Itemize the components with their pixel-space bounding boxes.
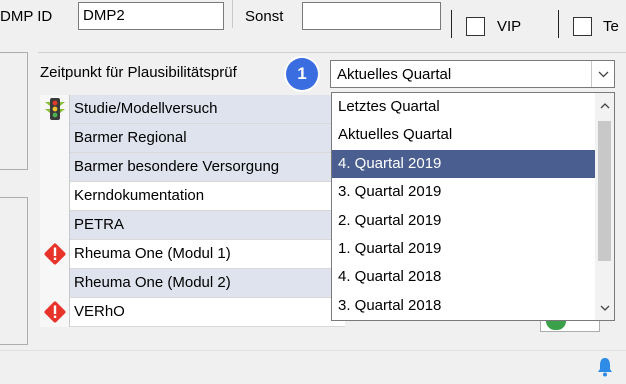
traffic-light-icon	[45, 98, 65, 120]
row-icon-cell	[40, 240, 70, 269]
scrollbar-thumb[interactable]	[598, 121, 611, 261]
left-panel-edge	[0, 197, 28, 345]
dmp-id-field[interactable]: DMP2	[78, 2, 224, 30]
separator	[558, 10, 559, 38]
table-row[interactable]: Barmer Regional	[40, 124, 345, 153]
row-icon-cell	[40, 298, 70, 327]
dropdown-option[interactable]: Aktuelles Quartal	[332, 121, 595, 149]
plausibility-dropdown-list: Letztes Quartal Aktuelles Quartal 4. Quart…	[331, 92, 615, 321]
program-name: VERhO	[70, 298, 345, 327]
row-icon-cell	[40, 124, 70, 153]
program-name: Barmer besondere Versorgung	[70, 153, 345, 182]
program-name: Rheuma One (Modul 2)	[70, 269, 345, 298]
te-label: Te	[603, 18, 619, 35]
table-row[interactable]: Studie/Modellversuch	[40, 95, 345, 124]
dmp-id-label: DMP ID	[0, 8, 53, 25]
row-icon-cell	[40, 95, 70, 124]
scroll-down-icon[interactable]	[595, 299, 614, 317]
plausibility-select-value: Aktuelles Quartal	[337, 66, 452, 83]
program-name: Studie/Modellversuch	[70, 95, 345, 124]
program-name: Kerndokumentation	[70, 182, 345, 211]
warning-icon	[44, 301, 66, 323]
row-icon-cell	[40, 153, 70, 182]
dropdown-option[interactable]: 2. Quartal 2019	[332, 207, 595, 235]
program-name: Rheuma One (Modul 1)	[70, 240, 345, 269]
panel-border	[38, 52, 626, 53]
dropdown-option[interactable]: 1. Quartal 2019	[332, 235, 595, 263]
vip-label: VIP	[497, 18, 522, 35]
header-divider	[232, 0, 233, 28]
dropdown-scrollbar[interactable]	[595, 93, 614, 320]
program-name: Barmer Regional	[70, 124, 345, 153]
bell-icon[interactable]	[596, 357, 614, 377]
bottom-bar	[0, 350, 626, 384]
dmp-id-value: DMP2	[83, 7, 125, 24]
scroll-up-icon[interactable]	[595, 97, 614, 115]
row-icon-cell	[40, 211, 70, 240]
sonst-label: Sonst	[245, 8, 284, 25]
plausibility-label: Zeitpunkt für Plausibilitätsprüf	[40, 64, 237, 81]
separator	[451, 10, 452, 38]
dropdown-option[interactable]: Letztes Quartal	[332, 93, 595, 121]
dropdown-option[interactable]: 3. Quartal 2019	[332, 178, 595, 206]
table-row[interactable]: Kerndokumentation	[40, 182, 345, 211]
row-icon-cell	[40, 269, 70, 298]
step-badge: 1	[286, 58, 318, 90]
table-row[interactable]: VERhO	[40, 298, 345, 327]
vip-checkbox[interactable]	[466, 17, 485, 36]
chevron-down-icon[interactable]	[591, 61, 614, 87]
te-checkbox[interactable]	[573, 17, 592, 36]
plausibility-select[interactable]: Aktuelles Quartal	[330, 60, 615, 88]
program-name: PETRA	[70, 211, 345, 240]
table-row[interactable]: PETRA	[40, 211, 345, 240]
table-row[interactable]: Rheuma One (Modul 1)	[40, 240, 345, 269]
dropdown-option[interactable]: 3. Quartal 2018	[332, 292, 595, 320]
dropdown-option[interactable]: 4. Quartal 2019	[332, 150, 595, 178]
row-icon-cell	[40, 182, 70, 211]
warning-icon	[44, 243, 66, 265]
table-row[interactable]: Barmer besondere Versorgung	[40, 153, 345, 182]
left-panel-edge	[0, 52, 28, 170]
table-row[interactable]: Rheuma One (Modul 2)	[40, 269, 345, 298]
dropdown-option[interactable]: 4. Quartal 2018	[332, 263, 595, 291]
sonst-field[interactable]	[302, 2, 441, 30]
